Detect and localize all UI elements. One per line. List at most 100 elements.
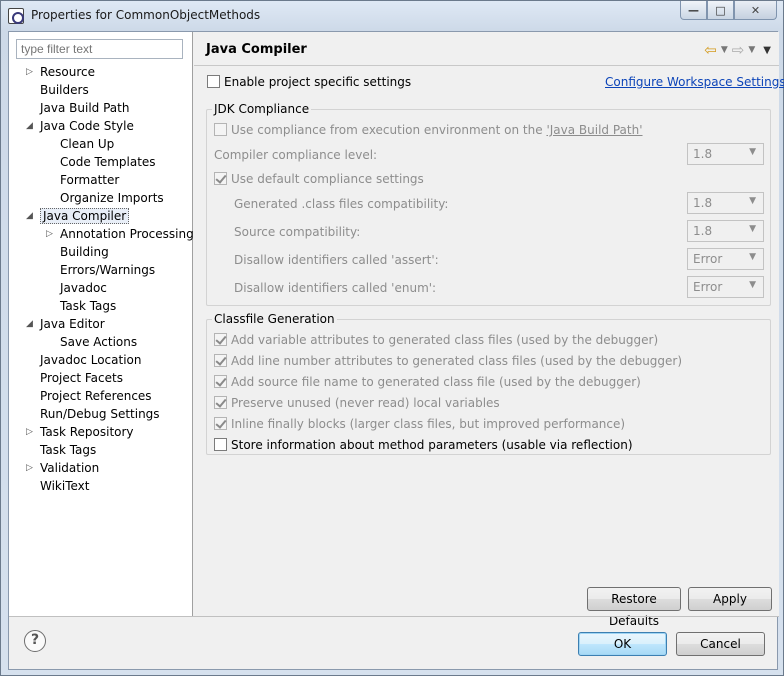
source-compat-value: 1.8 [693, 224, 713, 238]
classfile-option-row: Store information about method parameter… [214, 438, 633, 452]
collapse-arrow-icon[interactable]: ◢ [26, 117, 33, 135]
sidebar-item-label: Java Code Style [40, 119, 134, 133]
help-icon[interactable]: ? [24, 630, 46, 652]
sidebar-item[interactable]: ▷ Task Repository [26, 423, 134, 441]
expand-arrow-icon[interactable]: ▷ [26, 423, 33, 441]
compliance-level-label: Compiler compliance level: [214, 148, 378, 162]
enum-value: Error [693, 280, 723, 294]
assert-select[interactable]: Error ▼ [687, 248, 764, 270]
use-env-row: Use compliance from execution environmen… [214, 123, 643, 137]
sidebar-item-label: Validation [40, 461, 100, 475]
collapse-arrow-icon[interactable]: ◢ [26, 315, 33, 333]
sidebar-item[interactable]: ◢ Java Editor [26, 315, 105, 333]
ok-button[interactable]: OK [578, 632, 667, 656]
sidebar-item[interactable]: Building [60, 243, 109, 261]
sidebar-item-label: Java Build Path [40, 101, 130, 115]
filter-input[interactable] [16, 39, 183, 59]
sidebar-item[interactable]: ◢ Java Compiler [26, 207, 130, 225]
use-default-label: Use default compliance settings [231, 172, 424, 186]
expand-arrow-icon[interactable]: ▷ [46, 225, 53, 243]
sidebar-item[interactable]: Java Build Path [40, 99, 129, 117]
navigation-pane: ▷ Resource Builders Java Build Path ◢ Java Co… [9, 32, 194, 616]
chevron-down-icon: ▼ [749, 196, 756, 206]
sidebar-item-label: Builders [40, 83, 89, 97]
sidebar-item[interactable]: Run/Debug Settings [40, 405, 160, 423]
sidebar-item-label: Run/Debug Settings [40, 407, 160, 421]
sidebar-item[interactable]: Builders [40, 81, 89, 99]
back-arrow-icon[interactable]: ⇦ [704, 41, 717, 59]
assert-value: Error [693, 252, 723, 266]
sidebar-item[interactable]: Errors/Warnings [60, 261, 155, 279]
sidebar-item[interactable]: ▷ Annotation Processing [46, 225, 194, 243]
sidebar-item[interactable]: Formatter [60, 171, 119, 189]
classfile-option-checkbox[interactable] [214, 354, 227, 367]
classfile-generation-title: Classfile Generation [212, 312, 337, 326]
use-env-checkbox[interactable] [214, 123, 227, 136]
sidebar-item-label: Task Repository [40, 425, 134, 439]
sidebar-item[interactable]: Task Tags [60, 297, 116, 315]
compliance-level-select[interactable]: 1.8 ▼ [687, 143, 764, 165]
sidebar-item[interactable]: Clean Up [60, 135, 114, 153]
class-compat-select[interactable]: 1.8 ▼ [687, 192, 764, 214]
window-title: Properties for CommonObjectMethods [31, 8, 261, 22]
sidebar-item[interactable]: Javadoc [60, 279, 107, 297]
forward-dropdown-icon[interactable]: ▼ [748, 45, 755, 55]
enum-select[interactable]: Error ▼ [687, 276, 764, 298]
dialog-client: ▷ Resource Builders Java Build Path ◢ Java Co… [8, 31, 784, 670]
classfile-option-checkbox[interactable] [214, 417, 227, 430]
chevron-down-icon: ▼ [749, 252, 756, 262]
sidebar-item-label: Java Compiler [40, 208, 130, 224]
view-menu-icon[interactable]: ▼ [763, 45, 771, 56]
sidebar-item-label: Errors/Warnings [60, 263, 156, 277]
sidebar-item[interactable]: Task Tags [40, 441, 96, 459]
source-compat-select[interactable]: 1.8 ▼ [687, 220, 764, 242]
restore-defaults-button[interactable]: Restore Defaults [587, 587, 681, 628]
title-bar[interactable]: Properties for CommonObjectMethods — □ ✕ [1, 1, 783, 31]
compliance-level-value: 1.8 [693, 147, 713, 161]
history-nav: ⇦ ▼ ⇨ ▼ ▼ [704, 41, 771, 59]
collapse-arrow-icon[interactable]: ◢ [26, 207, 33, 225]
sidebar-item[interactable]: ▷ Resource [26, 63, 96, 81]
classfile-option-row: Add variable attributes to generated cla… [214, 333, 658, 347]
classfile-option-checkbox[interactable] [214, 333, 227, 346]
sidebar-item[interactable]: Javadoc Location [40, 351, 141, 369]
assert-label: Disallow identifiers called 'assert': [234, 253, 439, 267]
configure-workspace-link[interactable]: Configure Workspace Settings... [605, 75, 784, 89]
sidebar-item[interactable]: Project Facets [40, 369, 123, 387]
expand-arrow-icon[interactable]: ▷ [26, 459, 33, 477]
forward-arrow-icon[interactable]: ⇨ [732, 41, 745, 59]
classfile-option-checkbox[interactable] [214, 375, 227, 388]
use-default-checkbox[interactable] [214, 172, 227, 185]
sidebar-item-label: Javadoc [60, 281, 107, 295]
properties-dialog: Properties for CommonObjectMethods — □ ✕… [0, 0, 784, 676]
sidebar-item[interactable]: ▷ Validation [26, 459, 100, 477]
enable-specific-row[interactable]: Enable project specific settings [207, 75, 411, 89]
enum-label: Disallow identifiers called 'enum': [234, 281, 437, 295]
classfile-option-label: Inline finally blocks (larger class file… [231, 417, 626, 431]
page-title: Java Compiler [206, 42, 307, 57]
sidebar-item[interactable]: WikiText [40, 477, 90, 495]
minimize-button[interactable]: — [680, 1, 707, 20]
back-dropdown-icon[interactable]: ▼ [721, 45, 728, 55]
sidebar-item-label: Clean Up [60, 137, 115, 151]
sidebar-item[interactable]: Project References [40, 387, 152, 405]
sidebar-item[interactable]: Organize Imports [60, 189, 164, 207]
sidebar-item[interactable]: Code Templates [60, 153, 156, 171]
sidebar-item[interactable]: ◢ Java Code Style [26, 117, 134, 135]
classfile-option-checkbox[interactable] [214, 396, 227, 409]
enable-specific-checkbox[interactable] [207, 75, 220, 88]
maximize-button[interactable]: □ [707, 1, 734, 20]
classfile-option-label: Add variable attributes to generated cla… [231, 333, 659, 347]
sidebar-item-label: Resource [40, 65, 96, 79]
sidebar-item[interactable]: Save Actions [60, 333, 137, 351]
cancel-button[interactable]: Cancel [676, 632, 765, 656]
close-button[interactable]: ✕ [734, 1, 777, 20]
apply-button[interactable]: Apply [688, 587, 772, 611]
chevron-down-icon: ▼ [749, 280, 756, 290]
classfile-option-checkbox[interactable] [214, 438, 227, 451]
sidebar-item-label: Task Tags [40, 443, 97, 457]
header-separator [194, 65, 779, 66]
classfile-option-label: Add line number attributes to generated … [231, 354, 683, 368]
expand-arrow-icon[interactable]: ▷ [26, 63, 33, 81]
java-build-path-link[interactable]: 'Java Build Path' [546, 123, 642, 137]
